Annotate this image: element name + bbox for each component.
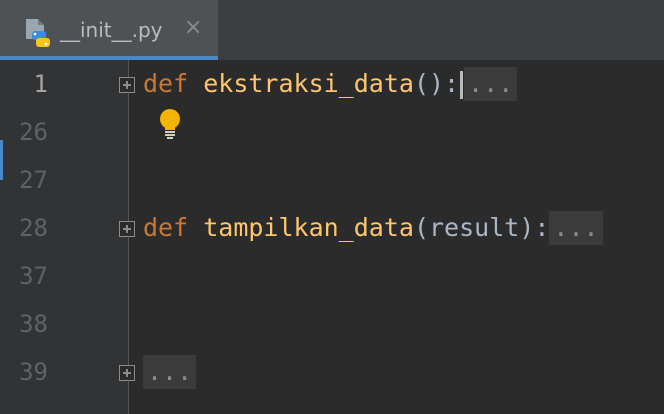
text-caret (460, 71, 464, 99)
line-number: 38 (19, 310, 48, 338)
editor-window: __init__.py × 1 26 27 28 37 38 39 def ek… (0, 0, 664, 414)
colon: : (534, 213, 550, 242)
tab-label: __init__.py (60, 18, 163, 42)
expand-fold-icon[interactable] (119, 365, 135, 381)
tab-init-py[interactable]: __init__.py × (0, 0, 218, 60)
expand-fold-icon[interactable] (119, 77, 135, 93)
folded-code-placeholder[interactable]: ... (549, 211, 603, 245)
function-name: ekstraksi_data (203, 69, 414, 98)
folded-code-placeholder[interactable]: ... (143, 355, 197, 389)
colon: : (444, 69, 460, 98)
code-line[interactable]: ... (143, 355, 197, 389)
function-name: tampilkan_data (203, 213, 414, 242)
folded-code-placeholder[interactable]: ... (464, 67, 518, 101)
keyword: def (143, 213, 189, 242)
tab-bar: __init__.py × (0, 0, 664, 60)
parameters: (result) (413, 213, 535, 242)
line-number: 1 (33, 70, 48, 98)
line-number: 27 (19, 166, 48, 194)
gutter-divider (128, 60, 129, 414)
parameters: () (413, 69, 445, 98)
close-icon[interactable]: × (184, 17, 202, 39)
python-file-icon (26, 19, 50, 47)
line-number: 28 (19, 214, 48, 242)
line-number: 37 (19, 262, 48, 290)
code-line[interactable]: def tampilkan_data(result):... (143, 211, 603, 245)
code-line[interactable]: def ekstraksi_data():... (143, 67, 518, 101)
lightbulb-icon[interactable] (157, 108, 183, 140)
expand-fold-icon[interactable] (119, 221, 135, 237)
line-number: 26 (19, 118, 48, 146)
keyword: def (143, 69, 189, 98)
line-number: 39 (19, 358, 48, 386)
